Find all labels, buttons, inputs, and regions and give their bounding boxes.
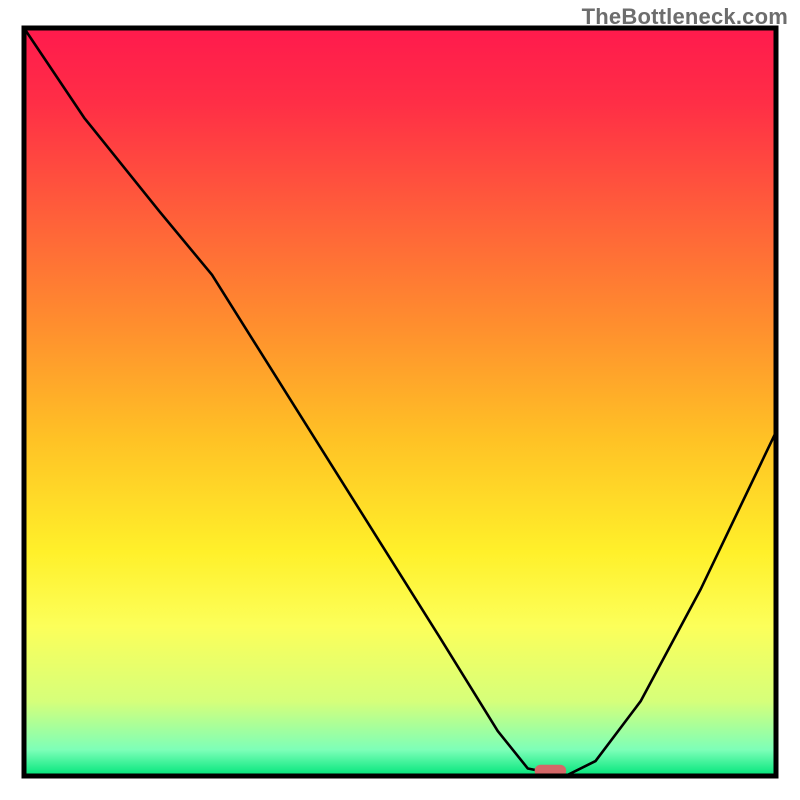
gradient-background (24, 28, 776, 776)
bottleneck-chart (0, 0, 800, 800)
plot-area (24, 28, 776, 777)
chart-container: TheBottleneck.com (0, 0, 800, 800)
watermark-text: TheBottleneck.com (582, 4, 788, 30)
